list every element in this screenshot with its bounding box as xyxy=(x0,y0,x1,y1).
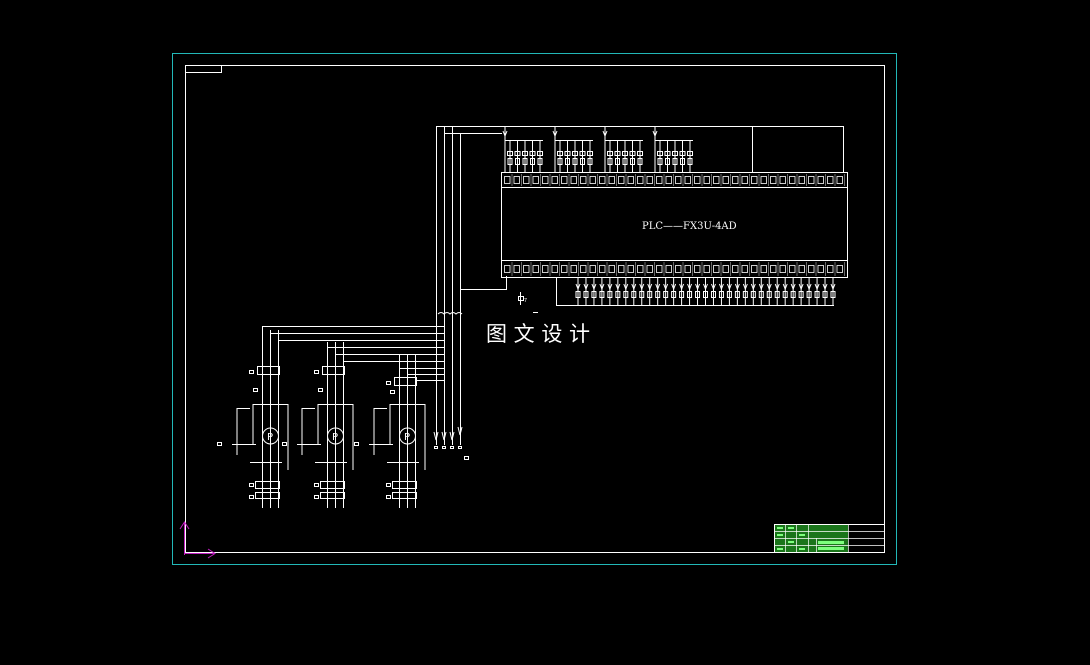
plc-input-terminal xyxy=(770,176,777,184)
plc-output-terminal xyxy=(779,265,786,273)
cad-drawing-canvas[interactable]: PLC——FX3U-4AD 7 P P P 图 文 设 计 xyxy=(0,0,1090,665)
plc-output-terminal xyxy=(665,265,672,273)
plc-input-terminal xyxy=(694,176,701,184)
plc-input-terminal xyxy=(656,176,663,184)
plc-input-terminal xyxy=(523,176,530,184)
plc-output-terminal xyxy=(523,265,530,273)
plc-output-terminal xyxy=(637,265,644,273)
plc-output-terminal xyxy=(798,265,805,273)
plc-output-terminal xyxy=(646,265,653,273)
plc-output-terminal xyxy=(675,265,682,273)
plc-output-terminal xyxy=(703,265,710,273)
plc-input-terminal xyxy=(532,176,539,184)
plc-output-terminal xyxy=(817,265,824,273)
output-load-array xyxy=(556,278,836,306)
plc-input-terminal xyxy=(513,176,520,184)
plc-input-terminal xyxy=(817,176,824,184)
plc-input-terminal xyxy=(646,176,653,184)
plc-input-terminal xyxy=(722,176,729,184)
plc-output-terminal xyxy=(627,265,634,273)
plc-output-terminal xyxy=(608,265,615,273)
plc-input-terminal xyxy=(798,176,805,184)
plc-output-terminal xyxy=(570,265,577,273)
outer-sheet-border xyxy=(172,53,897,565)
plc-input-terminal xyxy=(551,176,558,184)
plc-output-terminal xyxy=(722,265,729,273)
power-bus xyxy=(436,126,844,445)
corner-tab xyxy=(186,66,222,73)
plc-output-terminal xyxy=(694,265,701,273)
plc-output-terminal xyxy=(770,265,777,273)
motor-symbol: P xyxy=(267,432,273,443)
plc-output-terminal xyxy=(760,265,767,273)
plc-output-terminal xyxy=(656,265,663,273)
plc-input-terminal xyxy=(599,176,606,184)
plc-input-terminal xyxy=(808,176,815,184)
plc-output-terminal xyxy=(580,265,587,273)
plc-input-terminal xyxy=(836,176,843,184)
plc-input-terminal xyxy=(789,176,796,184)
pump-circuit: P xyxy=(217,330,289,508)
plc-input-terminal xyxy=(827,176,834,184)
plc-output-terminal xyxy=(599,265,606,273)
plc-output-terminal xyxy=(732,265,739,273)
plc-input-terminal xyxy=(542,176,549,184)
plc-output-terminal xyxy=(561,265,568,273)
plc-input-terminal xyxy=(580,176,587,184)
pump-circuit: P xyxy=(282,342,354,508)
motor-symbol: P xyxy=(404,432,410,443)
plc-input-terminal xyxy=(589,176,596,184)
plc-model-label: PLC——FX3U-4AD xyxy=(642,221,737,232)
plc-input-terminals xyxy=(504,174,845,186)
input-switch-groups xyxy=(502,127,693,173)
plc-input-terminal xyxy=(760,176,767,184)
plc-input-terminal xyxy=(665,176,672,184)
plc-input-terminal xyxy=(561,176,568,184)
plc-input-terminal xyxy=(608,176,615,184)
plc-input-terminal xyxy=(637,176,644,184)
plc-input-terminal xyxy=(779,176,786,184)
plc-output-terminal xyxy=(618,265,625,273)
plc-input-terminal xyxy=(751,176,758,184)
plc-output-terminal xyxy=(542,265,549,273)
plc-output-terminal xyxy=(504,265,511,273)
pump-circuit: P xyxy=(354,354,426,508)
plc-output-terminal xyxy=(684,265,691,273)
watermark-text: 图 文 设 计 xyxy=(486,322,590,346)
svg-text:7: 7 xyxy=(524,298,527,304)
bus-terminals xyxy=(433,312,469,460)
plc-input-terminal xyxy=(684,176,691,184)
plc-output-terminal xyxy=(751,265,758,273)
plc-input-terminal xyxy=(732,176,739,184)
plc-input-terminal xyxy=(675,176,682,184)
plc-output-terminal xyxy=(713,265,720,273)
plc-input-terminal xyxy=(741,176,748,184)
plc-input-terminal xyxy=(627,176,634,184)
plc-module[interactable]: PLC——FX3U-4AD xyxy=(501,172,848,278)
plc-input-terminal xyxy=(713,176,720,184)
plc-input-terminal xyxy=(618,176,625,184)
plc-output-terminal xyxy=(836,265,843,273)
plc-output-terminals xyxy=(504,262,845,276)
plc-output-terminal xyxy=(513,265,520,273)
title-block xyxy=(774,524,885,553)
relay-contact: 7 xyxy=(518,292,538,313)
plc-input-terminal xyxy=(504,176,511,184)
plc-input-terminal xyxy=(703,176,710,184)
plc-output-terminal xyxy=(589,265,596,273)
inner-drawing-frame xyxy=(185,65,885,553)
plc-output-terminal xyxy=(551,265,558,273)
plc-output-terminal xyxy=(808,265,815,273)
plc-output-terminal xyxy=(532,265,539,273)
pump-feeders xyxy=(262,326,444,385)
plc-output-terminal xyxy=(789,265,796,273)
plc-output-terminal xyxy=(741,265,748,273)
plc-input-terminal xyxy=(570,176,577,184)
pump-circuits: PPP xyxy=(217,330,426,508)
plc-output-terminal xyxy=(827,265,834,273)
motor-symbol: P xyxy=(332,432,338,443)
